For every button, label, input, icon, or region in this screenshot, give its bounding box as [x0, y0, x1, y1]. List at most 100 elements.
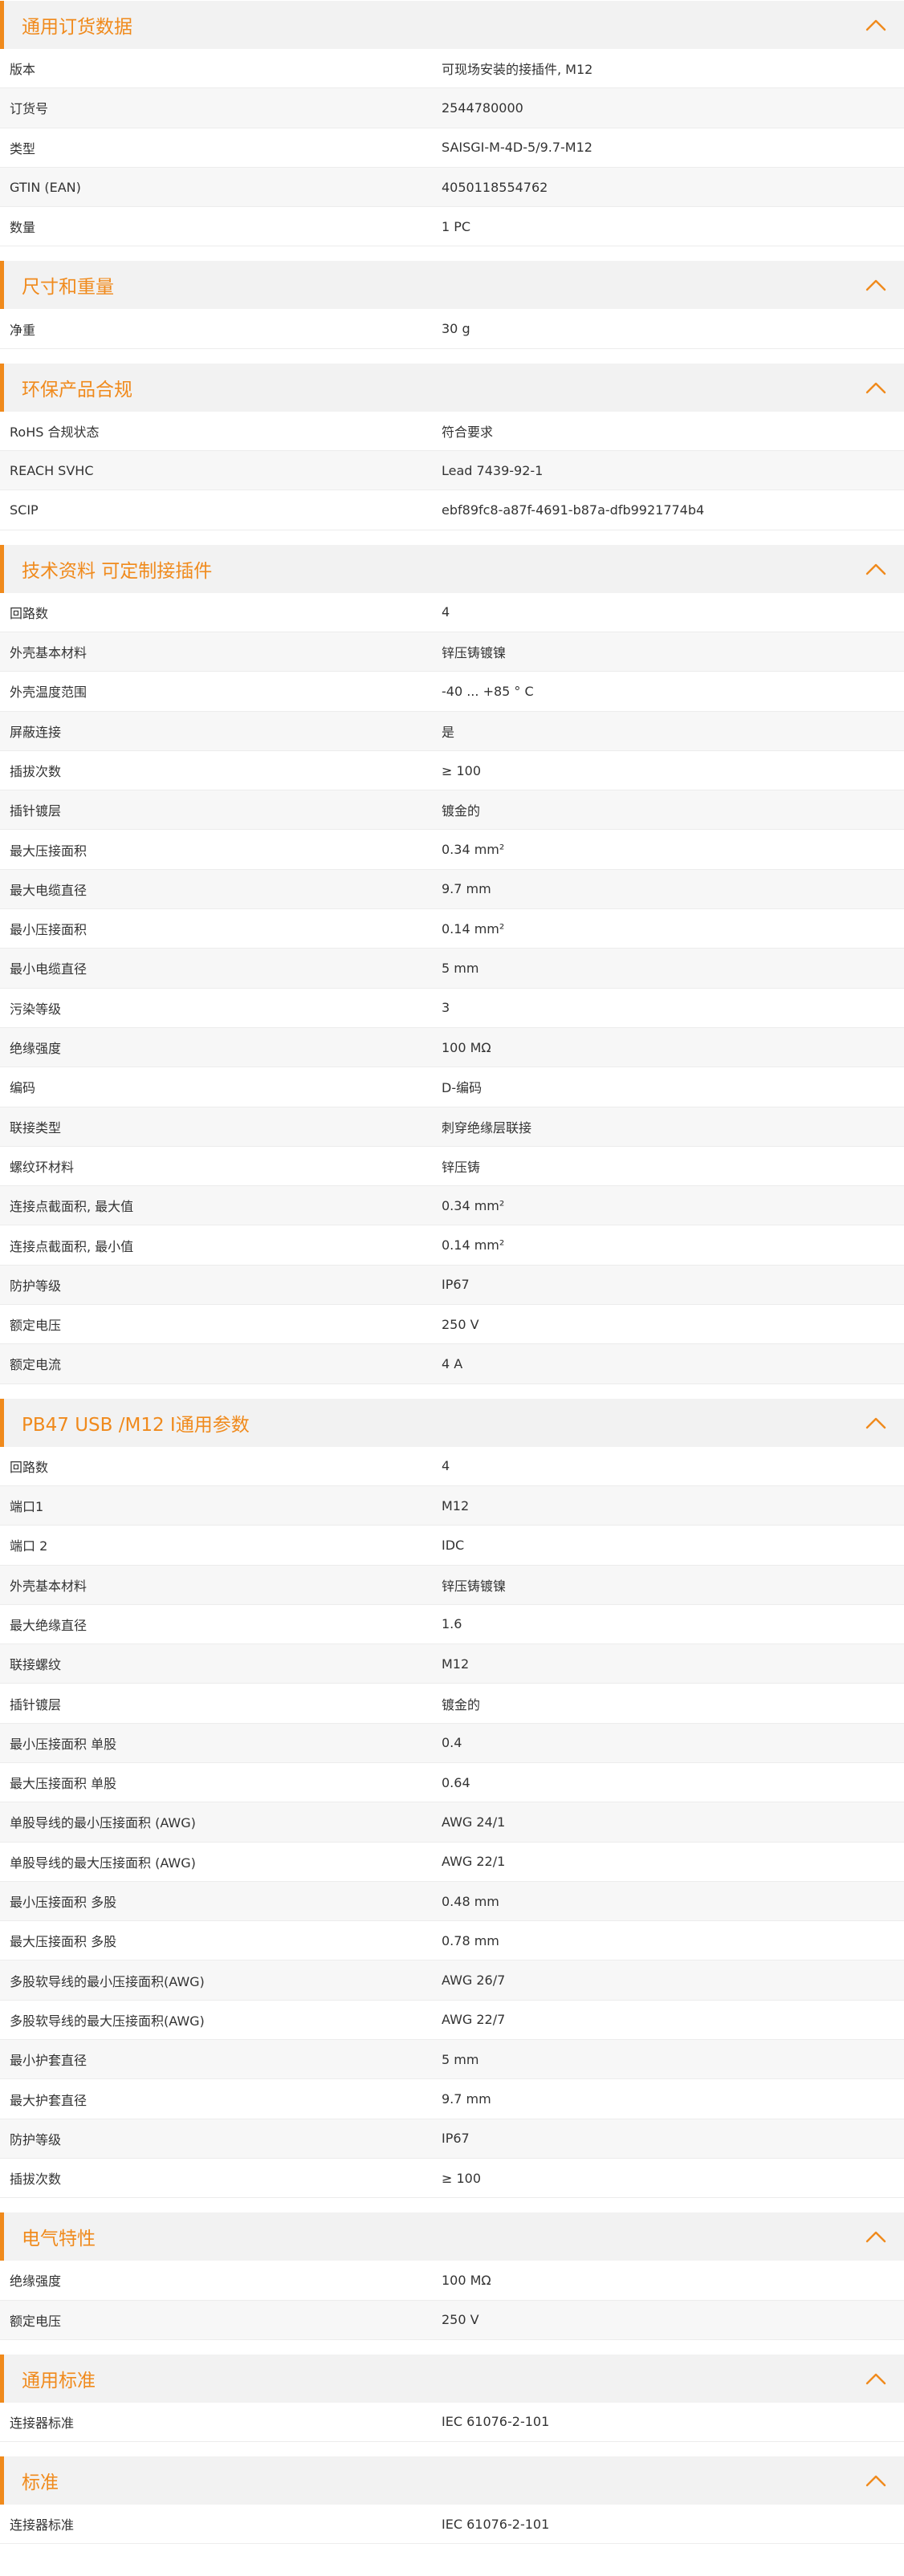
spec-value: Lead 7439-92-1: [442, 462, 544, 478]
spec-row: 额定电压 250 V: [0, 1305, 904, 1345]
spec-label: 最小压接面积 多股: [10, 1895, 117, 1911]
spec-label: 插拔次数: [10, 764, 62, 779]
spec-value: 2544780000: [442, 100, 523, 116]
spec-value: 0.14 mm²: [442, 1237, 505, 1253]
spec-label: 污染等级: [10, 1001, 62, 1017]
spec-value: D-编码: [442, 1080, 483, 1096]
spec-value: 5 mm: [442, 2051, 479, 2067]
spec-value: 锌压铸镀镍: [442, 645, 507, 661]
spec-row: 外壳温度范围 -40 ... +85 ° C: [0, 672, 904, 712]
section-title: 标准: [22, 2472, 59, 2494]
spec-label: 单股导线的最小压接面积 (AWG): [10, 1815, 196, 1831]
spec-row: 插针镀层 镀金的: [0, 790, 904, 831]
spec-value: 4: [442, 1458, 450, 1474]
spec-label: 最大压接面积: [10, 843, 88, 859]
spec-row: 最小压接面积 多股 0.48 mm: [0, 1881, 904, 1922]
chevron-up-icon[interactable]: [865, 2370, 886, 2387]
section-header[interactable]: 尺寸和重量: [0, 261, 904, 310]
spec-value: ≥ 100: [442, 762, 482, 778]
spec-row: 绝缘强度 100 MΩ: [0, 2261, 904, 2301]
section-rows: 绝缘强度 100 MΩ 额定电压 250 V: [0, 2261, 904, 2340]
chevron-up-icon[interactable]: [865, 379, 886, 396]
spec-value: 100 MΩ: [442, 1039, 491, 1055]
spec-value: -40 ... +85 ° C: [442, 683, 534, 699]
chevron-up-icon[interactable]: [865, 1414, 886, 1432]
spec-row: 最大压接面积 多股 0.78 mm: [0, 1921, 904, 1961]
spec-row: 最小电缆直径 5 mm: [0, 949, 904, 989]
spec-row: 最大绝缘直径 1.6: [0, 1605, 904, 1645]
spec-value: 4: [442, 604, 450, 620]
section-header[interactable]: 环保产品合规: [0, 363, 904, 412]
spec-label: 最大压接面积 多股: [10, 1934, 117, 1950]
spec-label: 数量: [10, 220, 36, 236]
spec-row: 螺纹环材料 锌压铸: [0, 1147, 904, 1187]
spec-row: 防护等级 IP67: [0, 2119, 904, 2159]
spec-row: 多股软导线的最大压接面积(AWG) AWG 22/7: [0, 2001, 904, 2041]
section-header[interactable]: PB47 USB /M12 I通用参数: [0, 1398, 904, 1447]
spec-value: 符合要求: [442, 424, 494, 440]
spec-value: 可现场安装的接插件, M12: [442, 62, 593, 78]
spec-page: 通用订货数据 版本 可现场安装的接插件, M12 订货号 2544780000 …: [0, 0, 904, 2545]
spec-row: 最小压接面积 单股 0.4: [0, 1723, 904, 1763]
spec-section: 技术资料 可定制接插件 回路数 4 外壳基本材料 锌压铸镀镍 外壳温度范围 -4…: [0, 544, 904, 1384]
chevron-up-icon[interactable]: [865, 560, 886, 578]
spec-row: SCIP ebf89fc8-a87f-4691-b87a-dfb9921774b…: [0, 490, 904, 530]
spec-label: 最大护套直径: [10, 2092, 88, 2108]
spec-label: 最大电缆直径: [10, 882, 88, 898]
spec-row: 额定电流 4 A: [0, 1344, 904, 1384]
spec-row: 最大电缆直径 9.7 mm: [0, 869, 904, 910]
spec-row: 插拔次数 ≥ 100: [0, 2159, 904, 2199]
spec-label: 防护等级: [10, 1278, 62, 1294]
spec-value: AWG 24/1: [442, 1814, 506, 1830]
spec-row: 连接点截面积, 最小值 0.14 mm²: [0, 1225, 904, 1266]
spec-row: 连接器标准 IEC 61076-2-101: [0, 2505, 904, 2545]
spec-value: 是: [442, 724, 455, 740]
section-header[interactable]: 通用标准: [0, 2354, 904, 2403]
spec-label: 连接器标准: [10, 2517, 75, 2533]
spec-label: 螺纹环材料: [10, 1159, 75, 1175]
chevron-up-icon[interactable]: [865, 2228, 886, 2245]
spec-label: 联接螺纹: [10, 1657, 62, 1673]
spec-label: 联接类型: [10, 1119, 62, 1136]
spec-value: 锌压铸: [442, 1159, 481, 1175]
spec-value: 250 V: [442, 1316, 479, 1332]
spec-label: 连接点截面积, 最小值: [10, 1238, 134, 1254]
spec-row: REACH SVHC Lead 7439-92-1: [0, 451, 904, 491]
spec-label: 回路数: [10, 1459, 49, 1475]
chevron-up-icon[interactable]: [865, 16, 886, 34]
section-title: 环保产品合规: [22, 379, 132, 400]
spec-section: 电气特性 绝缘强度 100 MΩ 额定电压 250 V: [0, 2212, 904, 2340]
spec-row: 绝缘强度 100 MΩ: [0, 1027, 904, 1068]
spec-label: 多股软导线的最大压接面积(AWG): [10, 2013, 205, 2029]
section-header[interactable]: 通用订货数据: [0, 1, 904, 49]
section-rows: 连接器标准 IEC 61076-2-101: [0, 2505, 904, 2545]
spec-label: 端口 2: [10, 1538, 48, 1554]
spec-row: 最大压接面积 单股 0.64: [0, 1763, 904, 1803]
spec-section: 通用标准 连接器标准 IEC 61076-2-101: [0, 2354, 904, 2443]
spec-value: 0.34 mm²: [442, 1197, 505, 1213]
chevron-up-icon[interactable]: [865, 2472, 886, 2489]
section-rows: RoHS 合规状态 符合要求 REACH SVHC Lead 7439-92-1…: [0, 412, 904, 530]
spec-label: 插针镀层: [10, 1696, 62, 1713]
spec-value: 0.34 mm²: [442, 842, 505, 858]
section-header[interactable]: 标准: [0, 2456, 904, 2505]
spec-row: 插针镀层 镀金的: [0, 1684, 904, 1724]
spec-row: 端口1 M12: [0, 1485, 904, 1526]
chevron-up-icon[interactable]: [865, 276, 886, 294]
section-rows: 回路数 4 端口1 M12 端口 2 IDC 外壳基本材料 锌压铸镀镍 最大绝缘…: [0, 1447, 904, 2199]
spec-value: 锌压铸镀镍: [442, 1578, 507, 1594]
section-header[interactable]: 电气特性: [0, 2212, 904, 2261]
section-rows: 回路数 4 外壳基本材料 锌压铸镀镍 外壳温度范围 -40 ... +85 ° …: [0, 593, 904, 1384]
spec-label: 额定电流: [10, 1357, 62, 1373]
section-header[interactable]: 技术资料 可定制接插件: [0, 544, 904, 593]
spec-row: 端口 2 IDC: [0, 1526, 904, 1566]
spec-value: 0.78 mm: [442, 1932, 499, 1948]
spec-label: 最小压接面积 单股: [10, 1736, 117, 1752]
spec-row: 外壳基本材料 锌压铸镀镍: [0, 1565, 904, 1605]
spec-value: 1.6: [442, 1616, 462, 1632]
spec-row: 污染等级 3: [0, 989, 904, 1028]
spec-row: 连接器标准 IEC 61076-2-101: [0, 2403, 904, 2443]
section-title: PB47 USB /M12 I通用参数: [22, 1414, 250, 1436]
spec-row: 回路数 4: [0, 1447, 904, 1486]
spec-value: 9.7 mm: [442, 881, 491, 897]
